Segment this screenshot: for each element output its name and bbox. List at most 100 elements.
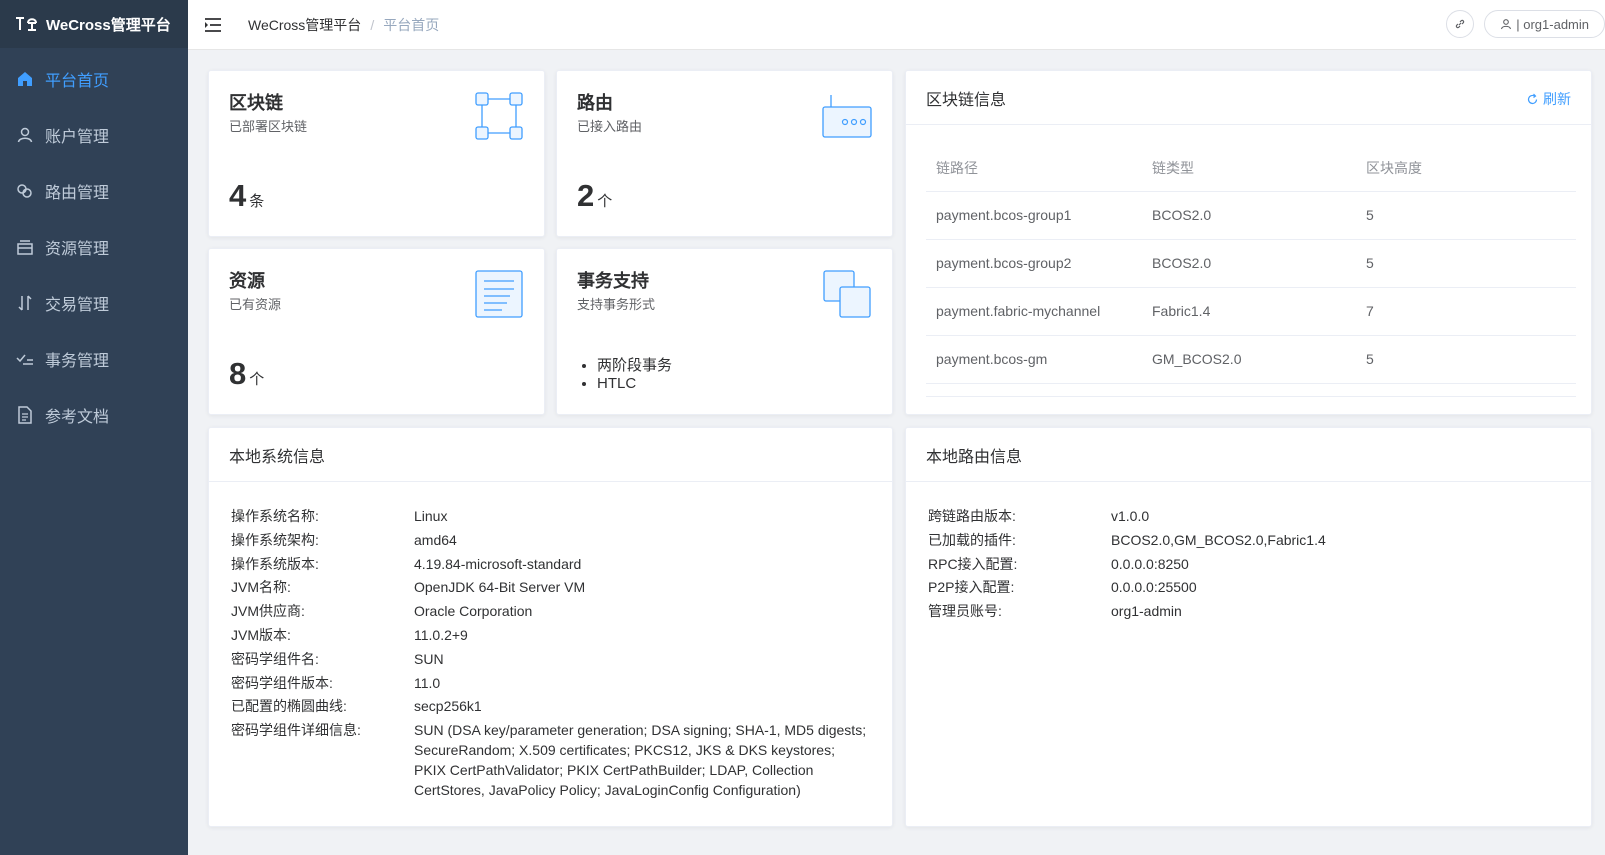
info-value: v1.0.0: [1111, 508, 1150, 524]
info-row: JVM供应商: Oracle Corporation: [231, 601, 869, 621]
info-value: secp256k1: [414, 698, 482, 715]
resource-stat-card: 资源 已有资源 8个: [208, 248, 545, 415]
router-info-card: 本地路由信息 跨链路由版本: v1.0.0 已加载的插件: BCOS2.0,GM_B…: [905, 427, 1592, 827]
sidebar-item-label: 账户管理: [45, 129, 110, 146]
info-row: 密码学组件版本: 11.0: [231, 673, 869, 693]
top-header: WeCross管理平台 / 平台首页 | org1-admin: [188, 0, 1605, 50]
info-row: RPC接入配置: 0.0.0.0:8250: [928, 554, 1326, 574]
info-value: 4.19.84-microsoft-standard: [414, 555, 582, 572]
info-key: 跨链路由版本:: [928, 508, 1016, 524]
breadcrumb-home[interactable]: WeCross管理平台: [248, 15, 361, 35]
sidebar-item-label: 平台首页: [45, 73, 110, 90]
document-icon: [16, 406, 34, 424]
info-row: 已配置的椭圆曲线: secp256k1: [231, 696, 869, 716]
route-icon: [16, 182, 34, 200]
stat-value: 8个: [229, 356, 264, 392]
table-row[interactable]: payment.fabric-mychannel Fabric1.4 7: [926, 287, 1576, 336]
sidebar-item-resource[interactable]: 资源管理: [0, 219, 188, 275]
info-key: 已加载的插件:: [928, 531, 1016, 548]
column-header[interactable]: 链路径: [926, 145, 1142, 192]
stat-value: 2个: [577, 178, 612, 214]
sidebar-item-docs[interactable]: 参考文档: [0, 387, 188, 443]
table-row[interactable]: payment.bcos-group2 BCOS2.0 5: [926, 239, 1576, 288]
info-row: 操作系统架构: amd64: [231, 530, 869, 550]
column-header[interactable]: 链类型: [1142, 145, 1356, 192]
sidebar-item-label: 参考文档: [45, 409, 110, 426]
info-key: 操作系统名称:: [231, 508, 319, 524]
card-subtitle: 支持事务形式: [577, 297, 656, 312]
chain-path-cell: payment.bcos-gm: [926, 335, 1142, 384]
logo[interactable]: WeCross管理平台: [0, 0, 188, 48]
info-value: OpenJDK 64-Bit Server VM: [414, 579, 586, 596]
breadcrumb-current: 平台首页: [383, 16, 440, 33]
info-row: P2P接入配置: 0.0.0.0:25500: [928, 577, 1326, 597]
sidebar-item-label: 资源管理: [45, 241, 110, 258]
info-row: 密码学组件名: SUN: [231, 649, 869, 669]
stat-unit: 条: [249, 193, 265, 210]
home-icon: [16, 70, 34, 88]
card-subtitle: 已部署区块链: [229, 119, 308, 134]
sidebar-item-home[interactable]: 平台首页: [0, 51, 188, 107]
info-value: 11.0.2+9: [414, 626, 468, 643]
sidebar-item-label: 交易管理: [45, 297, 110, 314]
chain-type-cell: Fabric1.4: [1142, 287, 1356, 336]
sidebar-item-route[interactable]: 路由管理: [0, 163, 188, 219]
stat-value: 4条: [229, 178, 264, 214]
table-row[interactable]: payment.bcos-gm GM_BCOS2.0 5: [926, 335, 1576, 384]
card-subtitle: 已接入路由: [577, 119, 643, 134]
router-icon: [822, 95, 872, 138]
link-button[interactable]: [1446, 10, 1475, 38]
table-row[interactable]: payment.bcos-group1 BCOS2.0 5: [926, 191, 1576, 240]
menu-toggle-icon[interactable]: [203, 15, 223, 35]
card-title: 区块链信息: [926, 91, 1007, 109]
info-row: JVM版本: 11.0.2+9: [231, 625, 869, 645]
card-title: 本地路由信息: [926, 448, 1023, 466]
info-key: 密码学组件版本:: [231, 674, 333, 691]
sidebar-item-transaction[interactable]: 交易管理: [0, 275, 188, 331]
info-key: 密码学组件详细信息:: [231, 722, 361, 739]
wecross-logo-icon: [16, 17, 37, 31]
sidebar-item-label: 路由管理: [45, 185, 110, 202]
breadcrumb: WeCross管理平台 / 平台首页: [248, 15, 439, 35]
info-key: 操作系统架构:: [231, 531, 319, 548]
app-name: WeCross管理平台: [46, 16, 171, 34]
refresh-button[interactable]: 刷新: [1526, 89, 1571, 109]
sidebar-menu: 平台首页 账户管理 路由管理 资源管理 交易管理 事务管理 参考文档: [0, 51, 188, 443]
resource-icon: [16, 238, 34, 256]
card-title: 路由: [577, 93, 613, 113]
info-value: BCOS2.0,GM_BCOS2.0,Fabric1.4: [1111, 531, 1326, 548]
info-key: 密码学组件名:: [231, 650, 319, 667]
info-value: SUN: [414, 650, 444, 667]
link-icon: [1456, 19, 1465, 29]
card-header: 区块链信息 刷新: [906, 71, 1591, 125]
info-key: JVM版本:: [231, 626, 291, 643]
blockchain-stat-card: 区块链 已部署区块链 4条: [208, 70, 545, 237]
info-row: 已加载的插件: BCOS2.0,GM_BCOS2.0,Fabric1.4: [928, 530, 1326, 550]
sidebar-item-affair[interactable]: 事务管理: [0, 331, 188, 387]
sidebar: WeCross管理平台 平台首页 账户管理 路由管理 资源管理 交易管理 事务管…: [0, 0, 188, 855]
column-header[interactable]: 区块高度: [1356, 145, 1576, 192]
stat-unit: 个: [249, 371, 265, 388]
info-value: 0.0.0.0:25500: [1111, 579, 1197, 596]
info-row: JVM名称: OpenJDK 64-Bit Server VM: [231, 577, 869, 597]
info-key: JVM名称:: [231, 579, 291, 596]
card-header: 本地系统信息: [209, 428, 892, 482]
user-icon: [1501, 19, 1512, 30]
resource-doc-icon: [475, 270, 523, 318]
stat-number: 4: [229, 178, 247, 213]
info-key: 已配置的椭圆曲线:: [231, 698, 347, 715]
chain-type-cell: BCOS2.0: [1142, 239, 1356, 288]
blockchain-icon: [475, 92, 523, 140]
transaction-icon: [16, 294, 34, 312]
user-menu-button[interactable]: | org1-admin: [1484, 10, 1605, 38]
table-scroll-divider: [926, 396, 1576, 397]
chain-type-cell: GM_BCOS2.0: [1142, 335, 1356, 384]
card-header: 本地路由信息: [906, 428, 1591, 482]
info-key: RPC接入配置:: [928, 555, 1018, 572]
info-value: 0.0.0.0:8250: [1111, 555, 1189, 572]
sidebar-item-account[interactable]: 账户管理: [0, 107, 188, 163]
table-header-row: 链路径 链类型 区块高度: [926, 145, 1576, 192]
transaction-type-list: 两阶段事务 HTLC: [597, 357, 672, 393]
chain-type-cell: BCOS2.0: [1142, 191, 1356, 240]
block-height-cell: 5: [1356, 239, 1576, 288]
